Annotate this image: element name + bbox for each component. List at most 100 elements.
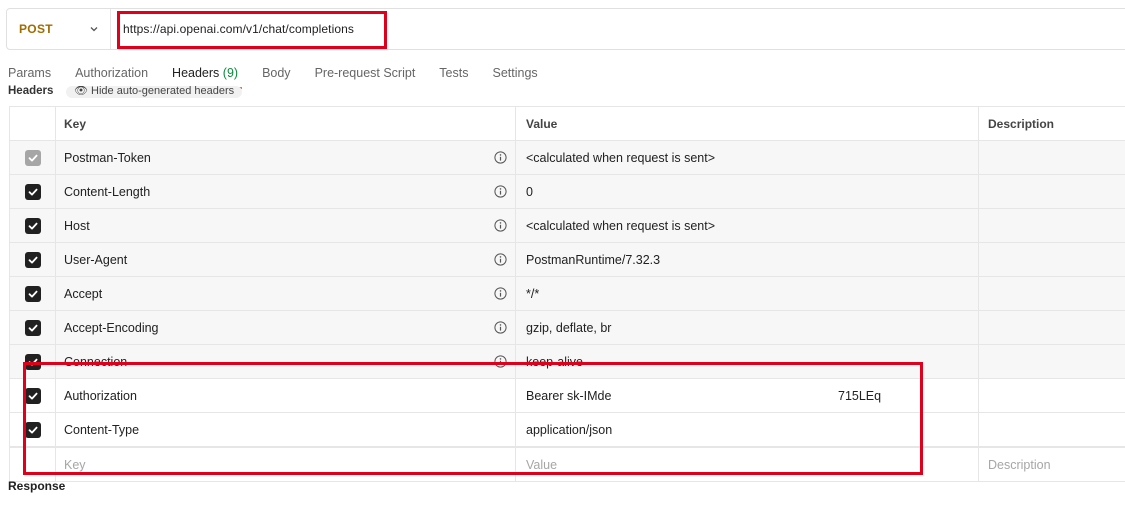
row-checkbox-cell	[9, 141, 55, 174]
header-value-cell[interactable]: keep-alive	[515, 345, 978, 378]
checkmark-icon	[28, 324, 37, 331]
tab-params[interactable]: Params	[8, 66, 51, 80]
header-key: Accept-Encoding	[64, 320, 159, 335]
header-value: keep-alive	[526, 354, 583, 369]
row-checkbox-cell	[9, 345, 55, 378]
header-check-cell	[9, 107, 55, 140]
row-checkbox[interactable]	[24, 387, 41, 404]
checkmark-icon	[28, 358, 37, 365]
header-key: Postman-Token	[64, 150, 151, 165]
header-key-cell[interactable]: Accept	[55, 277, 515, 310]
header-value: PostmanRuntime/7.32.3	[526, 252, 661, 267]
table-header-row: Key Value Description	[9, 106, 1125, 140]
header-value-cell[interactable]: <calculated when request is sent>	[515, 141, 978, 174]
header-key-cell[interactable]: Content-Length	[55, 175, 515, 208]
header-description-cell[interactable]	[978, 175, 1125, 208]
header-description-cell[interactable]	[978, 277, 1125, 310]
eye-off-icon: 👁	[74, 86, 92, 97]
header-value-cell[interactable]: Bearer sk-IMde 715LEq	[515, 379, 978, 412]
row-checkbox[interactable]	[24, 251, 41, 268]
header-value: application/json	[526, 422, 613, 437]
tab-pre-request-script[interactable]: Pre-request Script	[315, 66, 416, 80]
header-key-cell[interactable]: Accept-Encoding	[55, 311, 515, 344]
checkmark-icon	[28, 188, 37, 195]
headers-title: Headers	[8, 85, 54, 95]
header-key-cell[interactable]: Host	[55, 209, 515, 242]
info-icon[interactable]	[494, 321, 507, 334]
header-value-cell[interactable]: */*	[515, 277, 978, 310]
header-key: Connection	[64, 354, 128, 369]
tab-authorization[interactable]: Authorization	[75, 66, 148, 80]
hide-auto-generated-headers-button[interactable]: 👁 Hide auto-generated headers	[66, 86, 243, 98]
row-checkbox-cell	[9, 379, 55, 412]
header-value: Bearer sk-IMde	[526, 388, 612, 403]
header-description-cell[interactable]	[978, 141, 1125, 174]
row-checkbox[interactable]	[24, 353, 41, 370]
info-icon[interactable]	[494, 287, 507, 300]
tab-body[interactable]: Body	[262, 66, 291, 80]
method-label: POST	[19, 22, 53, 36]
header-key: User-Agent	[64, 252, 128, 267]
row-checkbox[interactable]	[24, 421, 41, 438]
header-key-cell[interactable]: Content-Type	[55, 413, 515, 446]
header-description-cell[interactable]	[978, 243, 1125, 276]
method-select[interactable]: POST	[7, 9, 111, 49]
column-header-key: Key	[55, 107, 515, 140]
header-description-cell[interactable]	[978, 209, 1125, 242]
tab-headers-label: Headers	[172, 66, 220, 80]
new-description-input[interactable]: Description	[978, 448, 1125, 481]
header-value: 0	[526, 184, 533, 199]
info-icon[interactable]	[494, 219, 507, 232]
checkmark-icon	[28, 392, 37, 399]
header-description-cell[interactable]	[978, 345, 1125, 378]
header-description-cell[interactable]	[978, 311, 1125, 344]
table-row: Accept-Encoding gzip, deflate, br	[9, 310, 1125, 344]
tab-settings[interactable]: Settings	[492, 66, 537, 80]
row-checkbox[interactable]	[24, 319, 41, 336]
header-key-cell[interactable]: Connection	[55, 345, 515, 378]
info-icon[interactable]	[494, 355, 507, 368]
table-row: Host <calculated when request is sent>	[9, 208, 1125, 242]
header-description-cell[interactable]	[978, 379, 1125, 412]
hide-auto-generated-headers-label: Hide auto-generated headers	[91, 86, 235, 97]
header-description-cell[interactable]	[978, 413, 1125, 446]
header-key-cell[interactable]: Authorization	[55, 379, 515, 412]
new-value-input[interactable]: Value	[515, 448, 978, 481]
info-icon[interactable]	[494, 151, 507, 164]
header-value-cell[interactable]: <calculated when request is sent>	[515, 209, 978, 242]
headers-section-title: Headers	[8, 85, 53, 95]
table-row: Connection keep-alive	[9, 344, 1125, 378]
header-key: Accept	[64, 286, 103, 301]
tab-headers[interactable]: Headers (9)	[172, 66, 243, 89]
table-row: Authorization Bearer sk-IMde 715LEq	[9, 378, 1125, 412]
header-value: <calculated when request is sent>	[526, 218, 716, 233]
header-key-cell[interactable]: Postman-Token	[55, 141, 515, 174]
header-key: Content-Type	[64, 422, 140, 437]
chevron-down-icon	[90, 27, 98, 32]
info-icon[interactable]	[494, 185, 507, 198]
row-checkbox[interactable]	[24, 285, 41, 302]
checkmark-icon	[28, 426, 37, 433]
header-value: gzip, deflate, br	[526, 320, 612, 335]
table-row: User-Agent PostmanRuntime/7.32.3	[9, 242, 1125, 276]
row-checkbox[interactable]	[24, 183, 41, 200]
header-value-cell[interactable]: application/json	[515, 413, 978, 446]
row-checkbox-cell	[9, 175, 55, 208]
row-checkbox-cell	[9, 311, 55, 344]
info-icon[interactable]	[494, 253, 507, 266]
header-key: Host	[64, 218, 90, 233]
header-value-cell[interactable]: PostmanRuntime/7.32.3	[515, 243, 978, 276]
row-checkbox-cell	[9, 277, 55, 310]
row-checkbox-cell	[9, 243, 55, 276]
header-key: Content-Length	[64, 184, 151, 199]
url-highlight-box	[117, 11, 387, 49]
header-value-cell[interactable]: 0	[515, 175, 978, 208]
column-header-description: Description	[978, 107, 1125, 140]
row-checkbox[interactable]	[24, 217, 41, 234]
header-value-cell[interactable]: gzip, deflate, br	[515, 311, 978, 344]
header-key-cell[interactable]: User-Agent	[55, 243, 515, 276]
tab-tests[interactable]: Tests	[439, 66, 468, 80]
new-key-input[interactable]: Key	[55, 448, 515, 481]
response-title: Response	[8, 479, 66, 493]
row-checkbox-cell	[9, 413, 55, 446]
